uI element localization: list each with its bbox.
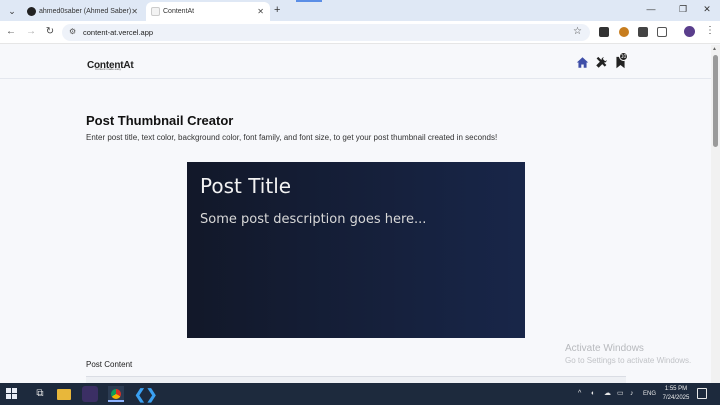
tab-close-icon[interactable]: ✕ [257,2,264,21]
windows-taskbar: ⧉ ❮❯ ^ ◐ ☁ ▭ ♪ ENG 1:55 PM 7/24/2025 [0,383,720,405]
language-indicator[interactable]: ENG [643,383,656,405]
tab-title: ahmed0saber (Ahmed Saber) [39,8,132,15]
restore-button[interactable]: ❐ [676,4,690,15]
reload-button[interactable]: ↻ [44,26,56,38]
browser-menu-icon[interactable]: ⋮ [705,25,715,37]
extension-icon[interactable] [599,27,609,37]
tools-icon[interactable] [595,56,608,69]
scrollbar-thumb[interactable] [713,55,718,147]
tab-close-icon[interactable]: ✕ [131,2,138,21]
extension-icon[interactable] [619,27,629,37]
back-button[interactable]: ← [5,26,17,38]
start-icon[interactable] [6,388,17,399]
tab-contentat[interactable]: ContentAt ✕ [146,2,270,21]
page-scrollbar[interactable]: ▲ [711,45,720,383]
page-title: Post Thumbnail Creator [86,113,234,128]
browser-tab-strip: ⌄ ahmed0saber (Ahmed Saber) ✕ ContentAt … [0,0,720,21]
extension-icon[interactable] [638,27,648,37]
task-view-icon[interactable]: ⧉ [32,386,48,402]
site-logo[interactable]: ContentAt Content made easy [87,55,134,73]
tab-title: ContentAt [163,8,195,15]
page-viewport: ContentAt Content made easy 10 Post Thum… [0,45,711,383]
bookmark-count-badge: 10 [619,52,628,61]
thumbnail-title: Post Title [200,174,292,198]
file-explorer-icon[interactable] [57,389,71,400]
home-icon[interactable] [576,56,589,69]
tab-search-icon[interactable]: ⌄ [6,5,18,17]
forward-button[interactable]: → [25,26,37,38]
extensions-puzzle-icon[interactable] [657,27,667,37]
logo-tagline: Content made easy [95,67,122,71]
volume-icon[interactable]: ♪ [630,383,634,405]
activate-windows-hint: Go to Settings to activate Windows. [565,356,692,365]
address-bar[interactable]: ⚙ content-at.vercel.app ☆ [62,24,590,41]
activate-windows-watermark: Activate Windows [565,343,644,354]
thumbnail-description: Some post description goes here... [200,212,427,227]
bookmark-star-icon[interactable]: ☆ [573,26,582,37]
page-subtitle: Enter post title, text color, background… [86,133,498,142]
tray-overflow-icon[interactable]: ^ [578,383,581,405]
url-text[interactable]: content-at.vercel.app [83,28,153,37]
close-window-button[interactable]: ✕ [700,4,714,15]
scroll-up-icon[interactable]: ▲ [712,46,717,52]
thumbnail-preview: Post Title Some post description goes he… [187,162,525,338]
tray-cloud-icon[interactable]: ☁ [604,383,611,405]
tab-github[interactable]: ahmed0saber (Ahmed Saber) ✕ [22,2,144,21]
contentat-favicon-icon [151,7,160,16]
tab-strip-accent [296,0,322,2]
github-desktop-icon[interactable] [82,386,98,402]
github-favicon-icon [27,7,36,16]
taskbar-clock[interactable]: 1:55 PM 7/24/2025 [660,385,692,403]
clock-time: 1:55 PM [664,386,688,392]
minimize-button[interactable]: — [644,4,658,14]
new-tab-button[interactable]: + [274,4,280,16]
vscode-icon[interactable]: ❮❯ [134,386,157,402]
clock-date: 7/24/2025 [662,395,690,401]
post-content-label: Post Content [86,360,133,369]
tray-app-icon[interactable]: ◐ [591,383,595,405]
notification-icon[interactable] [697,388,707,399]
site-info-icon[interactable]: ⚙ [69,27,76,36]
site-header: ContentAt Content made easy 10 [0,45,711,79]
chrome-icon[interactable] [108,386,124,402]
window-controls: — ❐ ✕ [630,0,720,21]
profile-avatar[interactable] [684,26,695,37]
browser-toolbar: ← → ↻ ⚙ content-at.vercel.app ☆ ⋮ [0,21,720,44]
post-content-input[interactable] [86,376,626,383]
network-icon[interactable]: ▭ [617,383,624,405]
